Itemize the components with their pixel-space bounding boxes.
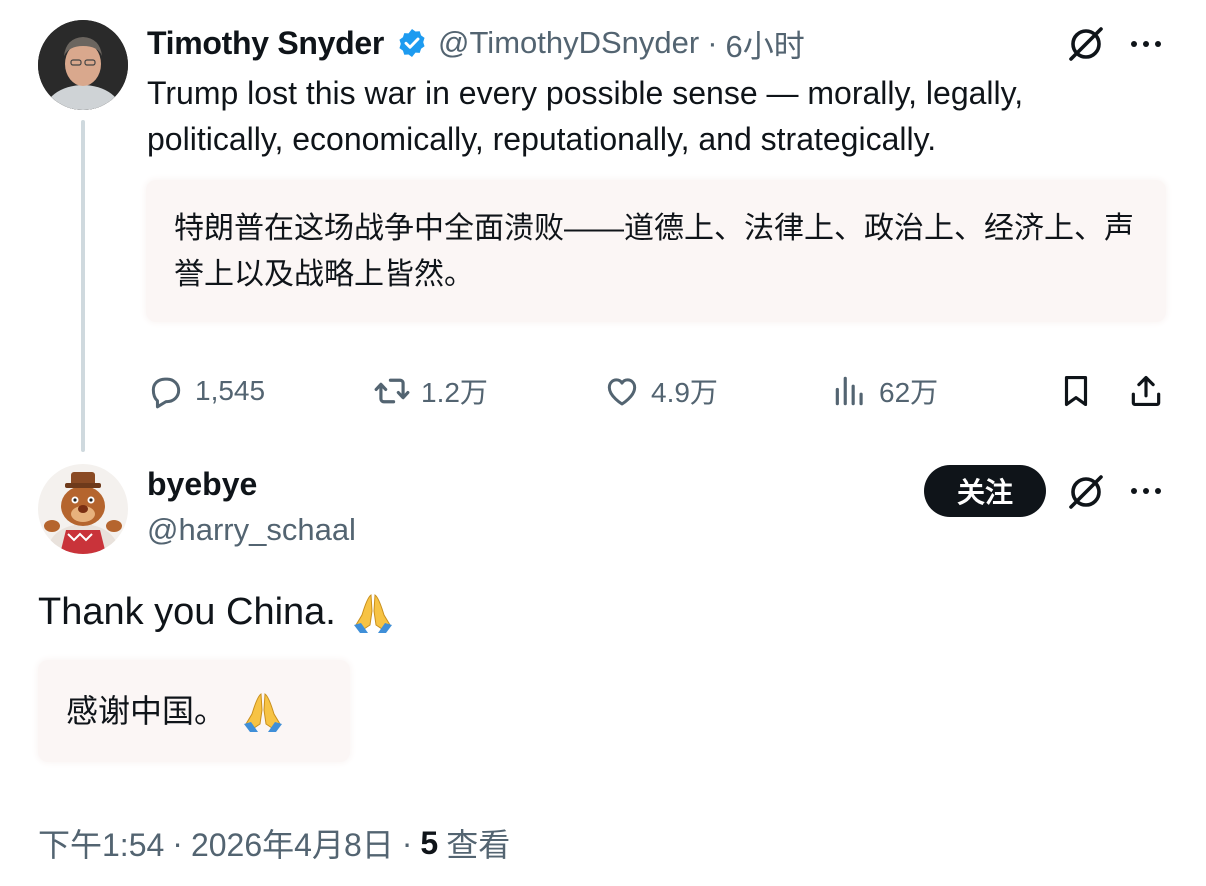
bookmark-button[interactable] [1057, 366, 1095, 416]
author-name[interactable]: Timothy Snyder [147, 25, 384, 62]
tweet-thread: Timothy Snyder @TimothyDSnyder · 6小时 Tru… [0, 0, 1206, 886]
tweet-time[interactable]: 6小时 [726, 21, 805, 66]
reply-text: Thank you China. [38, 591, 336, 633]
share-button[interactable] [1127, 366, 1165, 416]
reply-views-count: 5 [420, 824, 439, 861]
follow-button[interactable]: 关注 [924, 465, 1046, 517]
separator-dot: · [172, 824, 183, 861]
folded-hands-icon [350, 589, 396, 635]
more-icon[interactable] [1126, 471, 1166, 511]
author-avatar[interactable] [38, 20, 128, 110]
reply-button[interactable]: 1,545 [147, 366, 265, 416]
thread-connector-line [81, 120, 85, 452]
views-icon [835, 376, 863, 406]
views-button[interactable]: 62万 [831, 366, 938, 416]
views-count: 62万 [879, 377, 939, 408]
reply-translation-line: 感谢中国。 [66, 688, 286, 734]
author-handle[interactable]: @TimothyDSnyder [438, 25, 699, 61]
grok-icon[interactable] [1066, 24, 1106, 64]
reply-author-handle[interactable]: @harry_schaal [147, 512, 356, 548]
separator-dot: · [707, 25, 718, 60]
reply-icon [151, 377, 181, 409]
like-button[interactable]: 4.9万 [603, 366, 718, 416]
tweet-actions: 1,545 1.2万 4.9万 62万 [147, 366, 1167, 416]
separator-dot: · [401, 824, 413, 861]
folded-hands-icon [240, 688, 286, 734]
like-count: 4.9万 [651, 377, 718, 408]
reply-views-label: 查看 [446, 827, 511, 863]
more-icon[interactable] [1126, 24, 1166, 64]
reply-author-name[interactable]: byebye [147, 466, 257, 503]
reply-timestamp[interactable]: 下午1:54 [38, 820, 164, 866]
reply-text-line: Thank you China. [38, 588, 396, 636]
verified-badge-icon [396, 27, 428, 59]
repost-button[interactable]: 1.2万 [373, 366, 488, 416]
grok-icon[interactable] [1066, 472, 1106, 512]
reply-translation-text: 感谢中国。 [66, 693, 227, 729]
reply-author-avatar[interactable] [38, 464, 128, 554]
repost-count: 1.2万 [421, 377, 488, 408]
translation-box: 特朗普在这场战争中全面溃败——道德上、法律上、政治上、经济上、声誉上以及战略上皆… [146, 180, 1166, 322]
tweet-text: Trump lost this war in every possible se… [147, 75, 1024, 157]
reply-date[interactable]: 2026年4月8日 [191, 820, 394, 866]
reply-meta: 下午1:54 · 2026年4月8日 · 5 查看 [38, 820, 510, 866]
repost-icon [374, 378, 410, 404]
reply-translation-box: 感谢中国。 [38, 660, 350, 762]
bookmark-icon [1064, 375, 1088, 407]
translation-text: 特朗普在这场战争中全面溃败——道德上、法律上、政治上、经济上、声誉上以及战略上皆… [174, 212, 1134, 291]
reply-count: 1,545 [195, 375, 266, 406]
tweet-header: Timothy Snyder @TimothyDSnyder · 6小时 [147, 20, 805, 66]
heart-icon [607, 378, 637, 406]
share-icon [1131, 375, 1161, 407]
